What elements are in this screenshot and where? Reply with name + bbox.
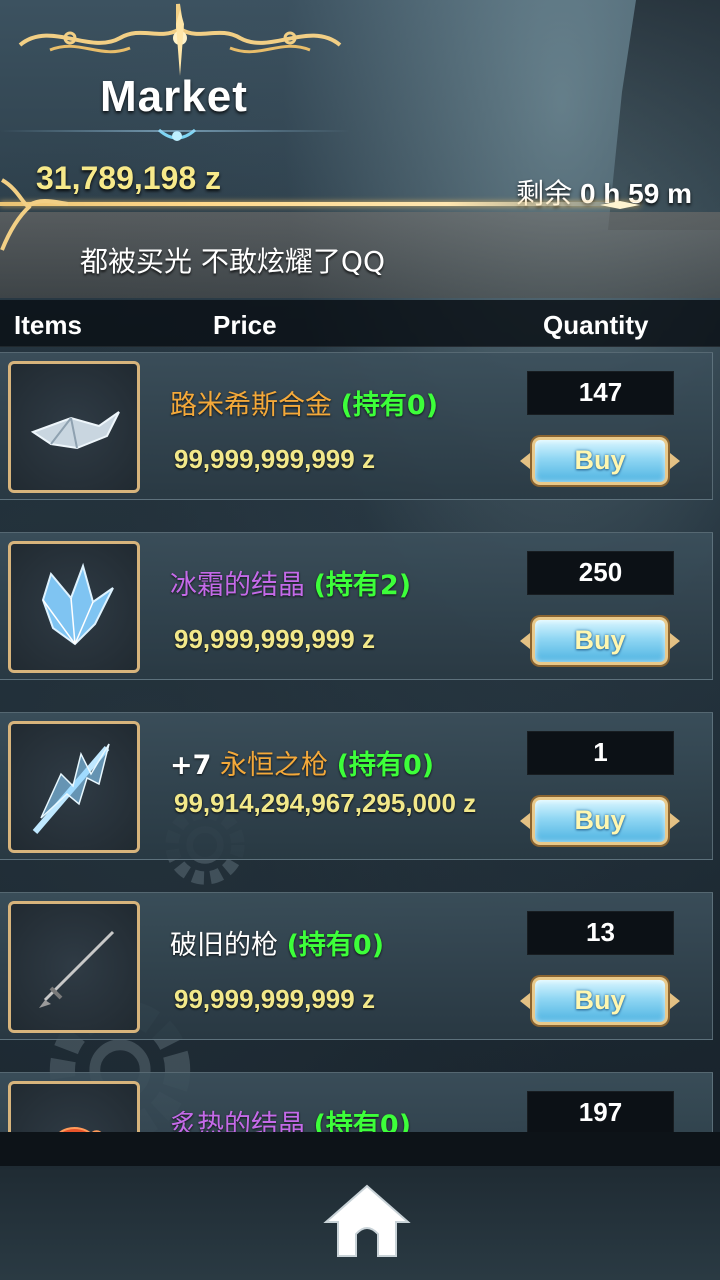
column-quantity: Quantity <box>543 310 649 340</box>
lightning-spear-icon <box>32 743 110 834</box>
item-price: 99,999,999,999 z <box>174 984 375 1014</box>
fire-crystal-icon <box>59 1127 101 1132</box>
market-header: Market 31,789,198 z 剩余 0 h 59 m 都被买光 不敢炫… <box>0 0 720 300</box>
buy-button[interactable]: Buy <box>518 967 682 1035</box>
home-icon[interactable] <box>322 1182 412 1258</box>
list-item: +7 永恒之枪 (持有0) 99,914,294,967,295,000 z 1… <box>0 712 713 860</box>
item-thumbnail[interactable] <box>8 721 140 853</box>
list-item: 路米希斯合金 (持有0) 99,999,999,999 z 147 Buy <box>0 352 713 500</box>
gold-divider <box>0 202 640 206</box>
item-quantity: 13 <box>527 911 674 955</box>
buy-button-label: Buy <box>532 617 668 665</box>
item-name: 路米希斯合金 (持有0) <box>170 390 439 421</box>
item-thumbnail[interactable] <box>8 361 140 493</box>
item-name: 冰霜的结晶 (持有2) <box>170 570 412 601</box>
item-quantity: 250 <box>527 551 674 595</box>
sparkle-icon <box>600 201 640 209</box>
list-item: 冰霜的结晶 (持有2) 99,999,999,999 z 250 Buy <box>0 532 713 680</box>
gem-ornament-icon <box>158 128 196 141</box>
ice-crystal-icon <box>41 562 114 646</box>
buy-button-label: Buy <box>532 437 668 485</box>
list-item: 炙热的结晶 (持有0) 197 <box>0 1072 713 1132</box>
list-footer-bar <box>0 1132 720 1166</box>
buy-button[interactable]: Buy <box>518 607 682 675</box>
item-quantity: 197 <box>527 1091 674 1132</box>
item-name: +7 永恒之枪 (持有0) <box>170 750 435 781</box>
item-price: 99,999,999,999 z <box>174 444 375 474</box>
header-divider <box>0 130 350 132</box>
buy-button[interactable]: Buy <box>518 427 682 495</box>
item-list[interactable]: 路米希斯合金 (持有0) 99,999,999,999 z 147 Buy 冰霜… <box>0 346 720 1132</box>
item-thumbnail[interactable] <box>8 1081 140 1132</box>
buy-button-label: Buy <box>532 977 668 1025</box>
item-price: 99,914,294,967,295,000 z <box>174 788 477 818</box>
item-thumbnail[interactable] <box>8 541 140 673</box>
item-price: 99,999,999,999 z <box>174 624 375 654</box>
item-name: 破旧的枪 (持有0) <box>170 930 385 961</box>
buy-button-label: Buy <box>532 797 668 845</box>
page-title: Market <box>100 72 248 121</box>
item-quantity: 1 <box>527 731 674 775</box>
market-notice: 都被买光 不敢炫耀了QQ <box>80 245 385 278</box>
item-quantity: 147 <box>527 371 674 415</box>
gold-ornament-icon <box>18 3 342 76</box>
silver-alloy-icon <box>30 411 120 450</box>
old-spear-icon <box>39 930 115 1008</box>
list-item: 破旧的枪 (持有0) 99,999,999,999 z 13 Buy <box>0 892 713 1040</box>
column-price: Price <box>213 310 277 340</box>
buy-button[interactable]: Buy <box>518 787 682 855</box>
item-name: 炙热的结晶 (持有0) <box>170 1110 412 1132</box>
item-thumbnail[interactable] <box>8 901 140 1033</box>
corner-flourish-icon <box>0 178 69 251</box>
column-headers: Items Price Quantity <box>0 300 720 347</box>
column-items: Items <box>14 310 82 340</box>
